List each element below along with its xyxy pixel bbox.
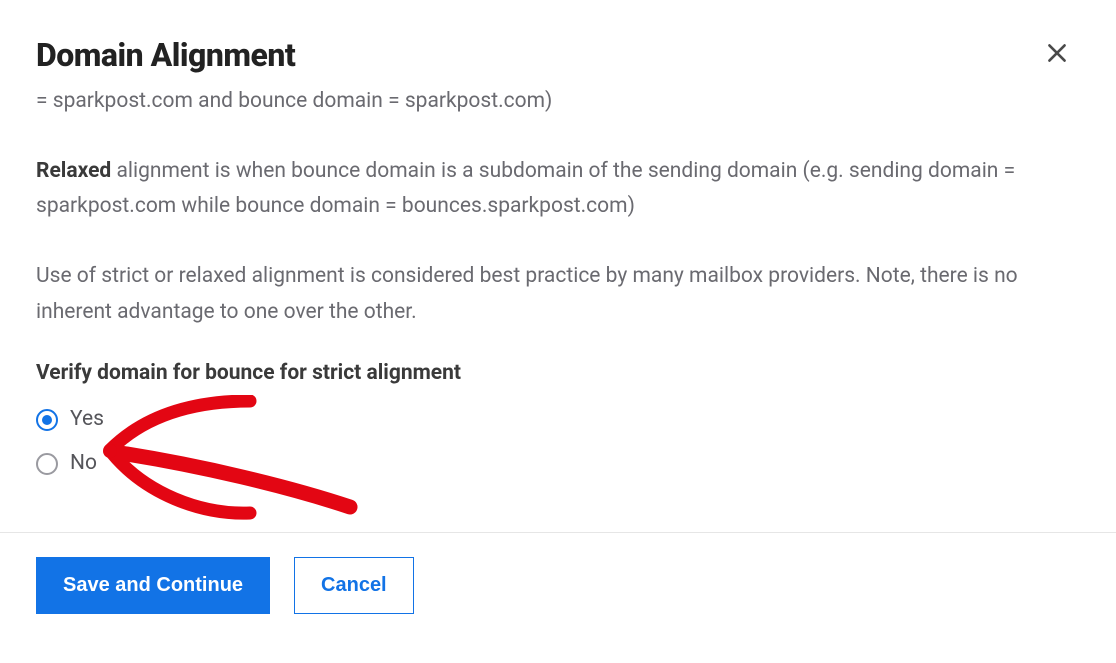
paragraph-relaxed: Relaxed alignment is when bounce domain …: [36, 154, 1080, 225]
domain-alignment-dialog: Domain Alignment = sparkpost.com and bou…: [0, 0, 1116, 663]
radio-option-no[interactable]: No: [36, 446, 97, 482]
close-button[interactable]: [1038, 34, 1076, 72]
dialog-title: Domain Alignment: [36, 36, 295, 74]
paragraph-strict: = sparkpost.com and bounce domain = spar…: [36, 84, 1080, 120]
save-continue-button[interactable]: Save and Continue: [36, 557, 270, 614]
radio-option-yes[interactable]: Yes: [36, 402, 104, 438]
radio-unselected-icon: [36, 453, 58, 475]
verify-question: Verify domain for bounce for strict alig…: [36, 356, 1080, 392]
relaxed-text: alignment is when bounce domain is a sub…: [36, 159, 1015, 219]
relaxed-label: Relaxed: [36, 159, 111, 183]
dialog-footer: Save and Continue Cancel: [0, 532, 1116, 638]
verify-radio-group: Yes No: [36, 402, 1080, 481]
cancel-button[interactable]: Cancel: [294, 557, 414, 614]
radio-label-yes: Yes: [70, 402, 104, 438]
radio-label-no: No: [70, 446, 97, 482]
radio-selected-icon: [36, 409, 58, 431]
close-icon: [1044, 40, 1070, 66]
paragraph-note: Use of strict or relaxed alignment is co…: [36, 259, 1080, 330]
dialog-header: Domain Alignment: [0, 0, 1116, 84]
dialog-body: = sparkpost.com and bounce domain = spar…: [0, 84, 1116, 532]
